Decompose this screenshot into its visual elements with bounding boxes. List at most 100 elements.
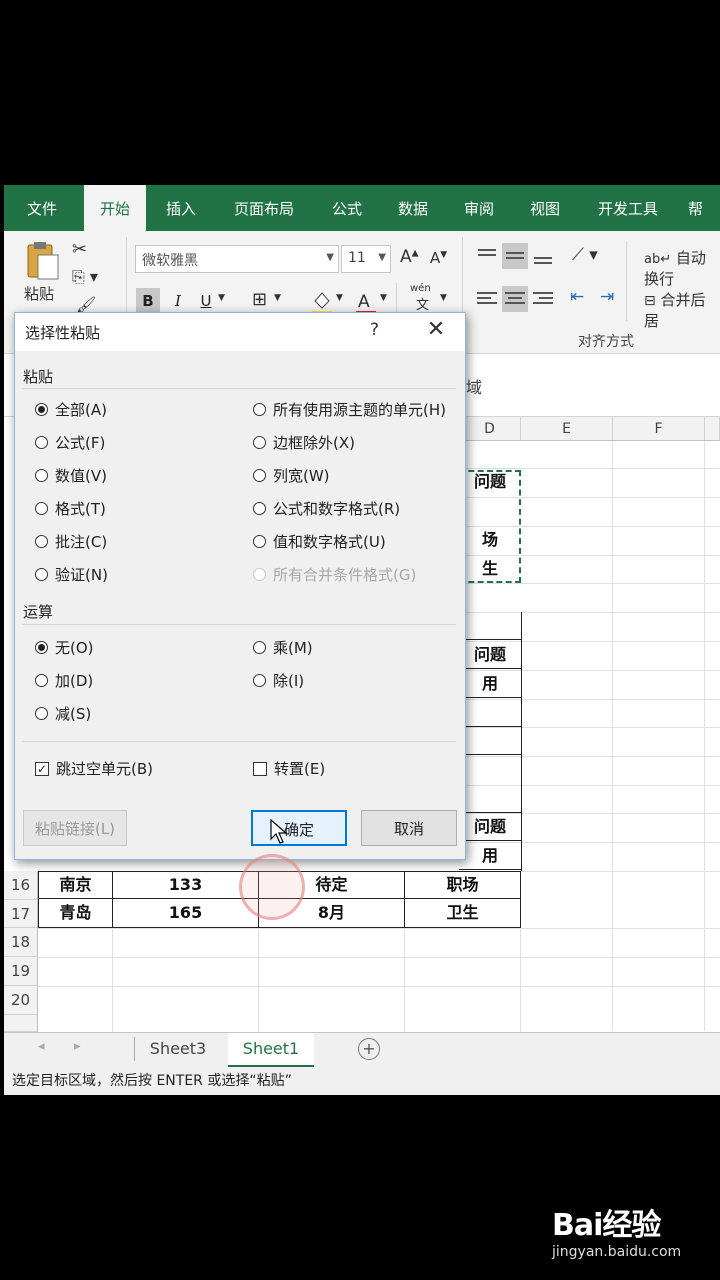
underline-button[interactable]: U — [194, 288, 218, 314]
tab-help[interactable]: 帮 — [688, 185, 720, 231]
tab-review[interactable]: 审阅 — [456, 185, 502, 231]
tab-data[interactable]: 数据 — [390, 185, 436, 231]
chevron-down-icon[interactable]: ▼ — [274, 293, 281, 303]
column-header-e[interactable]: E — [521, 417, 613, 441]
table-cell[interactable]: 用 — [459, 670, 521, 698]
tab-formulas[interactable]: 公式 — [324, 185, 370, 231]
paste-special-dialog: 选择性粘贴 ? ✕ 粘贴 全部(A) 公式(F) 数值(V) 格式(T) 批注(… — [14, 312, 466, 860]
radio-icon — [35, 403, 48, 416]
bold-button[interactable]: B — [136, 288, 160, 314]
decrease-font-icon[interactable]: A▼ — [430, 249, 447, 267]
operation-section-label: 运算 — [23, 603, 54, 621]
row-header-18[interactable]: 18 — [4, 928, 38, 957]
add-sheet-icon[interactable]: + — [358, 1038, 380, 1060]
click-indicator — [239, 854, 305, 920]
row-header-16[interactable]: 16 — [4, 871, 38, 900]
orientation-icon[interactable]: ⟋ ▾ — [572, 245, 598, 265]
radio-operation-add[interactable]: 加(D) — [35, 670, 93, 692]
radio-paste-formats[interactable]: 格式(T) — [35, 498, 106, 520]
radio-paste-validation[interactable]: 验证(N) — [35, 564, 108, 586]
copy-icon[interactable]: ⎘ ▾ — [72, 267, 98, 287]
column-header-f[interactable]: F — [613, 417, 705, 441]
chevron-down-icon[interactable]: ▼ — [440, 293, 447, 303]
dialog-title-bar[interactable]: 选择性粘贴 ? ✕ — [15, 313, 465, 351]
merge-center-button[interactable]: ⊟ 合并后居 — [644, 289, 720, 331]
table-cell[interactable]: 卫生 — [405, 899, 521, 928]
radio-paste-all[interactable]: 全部(A) — [35, 399, 107, 421]
chevron-down-icon[interactable]: ▼ — [336, 293, 343, 303]
align-right-icon[interactable] — [530, 286, 556, 312]
tab-insert[interactable]: 插入 — [158, 185, 204, 231]
radio-operation-divide[interactable]: 除(I) — [253, 670, 304, 692]
phonetic-icon[interactable]: wén 文 — [410, 283, 431, 313]
font-name-box[interactable]: 微软雅黑 ▼ — [135, 245, 339, 273]
table-cell[interactable] — [459, 727, 521, 755]
tab-developer[interactable]: 开发工具 — [590, 185, 666, 231]
increase-indent-icon[interactable]: ⇥ — [600, 287, 614, 307]
tab-view[interactable]: 视图 — [522, 185, 568, 231]
table-cell[interactable] — [459, 612, 521, 640]
radio-paste-comments[interactable]: 批注(C) — [35, 531, 107, 553]
align-top-icon[interactable] — [474, 243, 500, 269]
radio-operation-subtract[interactable]: 减(S) — [35, 703, 91, 725]
table-cell[interactable]: 职场 — [405, 871, 521, 899]
paste-label[interactable]: 粘贴 — [24, 283, 54, 304]
radio-values-number-formats[interactable]: 值和数字格式(U) — [253, 531, 386, 553]
tab-file[interactable]: 文件 — [18, 185, 66, 231]
radio-column-widths[interactable]: 列宽(W) — [253, 465, 330, 487]
align-middle-icon[interactable] — [502, 243, 528, 269]
cut-icon[interactable]: ✂ — [72, 239, 87, 260]
decrease-indent-icon[interactable]: ⇤ — [570, 287, 584, 307]
radio-paste-formulas[interactable]: 公式(F) — [35, 432, 105, 454]
table-cell[interactable]: 南京 — [38, 871, 113, 899]
tab-page-layout[interactable]: 页面布局 — [226, 185, 302, 231]
font-size-box[interactable]: 11 ▼ — [341, 245, 391, 273]
column-header-g[interactable] — [705, 417, 720, 441]
radio-all-except-borders[interactable]: 边框除外(X) — [253, 432, 355, 454]
wrap-text-button[interactable]: ab↵ 自动换行 — [644, 247, 720, 289]
scroll-right-icon[interactable]: ▸ — [74, 1039, 81, 1054]
dialog-title: 选择性粘贴 — [25, 324, 101, 342]
help-icon[interactable]: ? — [370, 320, 379, 340]
radio-operation-multiply[interactable]: 乘(M) — [253, 637, 313, 659]
ok-button[interactable]: 确定 — [251, 810, 347, 846]
option-label: 加(D) — [55, 672, 94, 690]
cancel-button[interactable]: 取消 — [361, 810, 457, 846]
italic-button[interactable]: I — [166, 288, 190, 314]
chevron-down-icon[interactable]: ▼ — [380, 293, 387, 303]
close-icon[interactable]: ✕ — [423, 317, 449, 343]
radio-paste-values[interactable]: 数值(V) — [35, 465, 107, 487]
checkbox-transpose[interactable]: 转置(E) — [253, 758, 325, 780]
column-header-d[interactable]: D — [459, 417, 521, 441]
option-label: 跳过空单元(B) — [56, 760, 153, 778]
align-center-icon[interactable] — [502, 286, 528, 312]
table-cell[interactable] — [459, 699, 521, 727]
table-cell[interactable]: 青岛 — [38, 899, 113, 928]
paste-icon[interactable] — [22, 241, 60, 281]
radio-all-using-source-theme[interactable]: 所有使用源主题的单元(H) — [253, 399, 446, 421]
align-left-icon[interactable] — [474, 286, 500, 312]
align-bottom-icon[interactable] — [530, 243, 556, 269]
checkbox-skip-blanks[interactable]: ✓ 跳过空单元(B) — [35, 758, 153, 780]
row-header-17[interactable]: 17 — [4, 900, 38, 928]
table-cell[interactable]: 用 — [459, 842, 521, 870]
tab-home[interactable]: 开始 — [84, 185, 146, 231]
chevron-down-icon[interactable]: ▼ — [218, 293, 225, 303]
scroll-left-icon[interactable]: ◂ — [38, 1039, 45, 1054]
radio-formulas-number-formats[interactable]: 公式和数字格式(R) — [253, 498, 400, 520]
increase-font-icon[interactable]: A▲ — [400, 247, 419, 267]
table-cell[interactable]: 133 — [113, 871, 259, 899]
sheet-tab-sheet3[interactable]: Sheet3 — [138, 1033, 218, 1065]
row-header-20[interactable]: 20 — [4, 986, 38, 1015]
phonetic-pinyin: wén — [410, 283, 431, 294]
table-cell[interactable] — [459, 785, 521, 813]
row-header-19[interactable]: 19 — [4, 957, 38, 986]
borders-icon[interactable]: ⊞ — [252, 289, 267, 310]
table-cell[interactable]: 问题 — [459, 641, 521, 669]
sheet-tab-sheet1[interactable]: Sheet1 — [228, 1033, 314, 1068]
phonetic-char: 文 — [416, 298, 430, 313]
table-cell[interactable]: 165 — [113, 899, 259, 928]
row-header-21[interactable] — [4, 1015, 38, 1032]
table-cell[interactable]: 问题 — [459, 813, 521, 841]
radio-operation-none[interactable]: 无(O) — [35, 637, 94, 659]
